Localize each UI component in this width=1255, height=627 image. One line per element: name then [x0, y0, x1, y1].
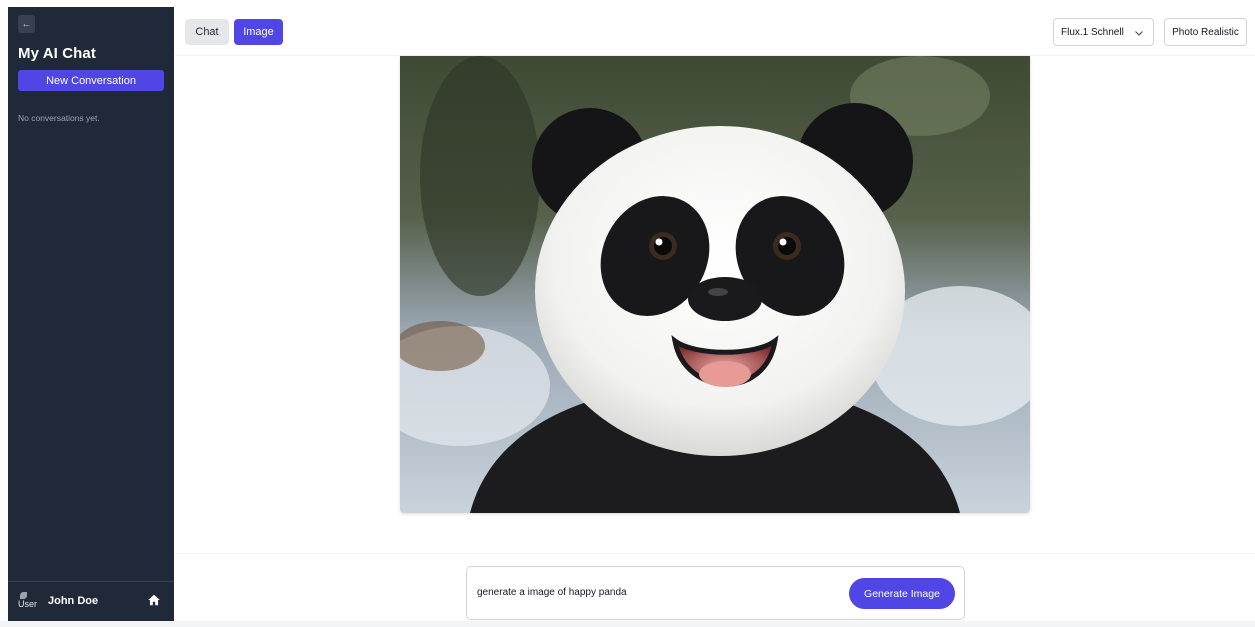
- user-name: John Doe: [48, 595, 99, 607]
- sidebar: ← My AI Chat New Conversation No convers…: [8, 7, 174, 627]
- app-title: My AI Chat: [18, 45, 96, 62]
- chevron-down-icon: [1135, 31, 1143, 36]
- collapse-sidebar-button[interactable]: ←: [18, 15, 35, 33]
- top-edge: [0, 0, 1255, 7]
- prompt-input[interactable]: [477, 579, 837, 605]
- generate-image-button[interactable]: Generate Image: [849, 578, 955, 609]
- bottom-strip: [0, 621, 1255, 627]
- main-content: [174, 56, 1255, 553]
- tab-image[interactable]: Image: [234, 19, 283, 45]
- style-button[interactable]: Photo Realistic: [1164, 18, 1247, 46]
- top-bar: Chat Image Flux.1 Schnell Photo Realisti…: [174, 7, 1255, 56]
- tab-chat[interactable]: Chat: [185, 19, 229, 45]
- model-select-value: Flux.1 Schnell: [1061, 26, 1124, 38]
- empty-conversations-text: No conversations yet.: [18, 113, 100, 123]
- app-window: ← My AI Chat New Conversation No convers…: [0, 0, 1255, 627]
- panda-illustration: [400, 56, 1030, 513]
- composer-area: Generate Image: [174, 553, 1255, 627]
- arrow-left-icon: ←: [21, 18, 32, 30]
- avatar[interactable]: User: [18, 592, 38, 614]
- home-icon[interactable]: [147, 593, 161, 607]
- avatar-alt-text: User: [18, 599, 38, 609]
- prompt-composer: Generate Image: [466, 566, 965, 620]
- model-select[interactable]: Flux.1 Schnell: [1053, 18, 1154, 46]
- new-conversation-button[interactable]: New Conversation: [18, 70, 164, 91]
- generated-image: [400, 56, 1030, 513]
- broken-image-icon: [20, 592, 27, 599]
